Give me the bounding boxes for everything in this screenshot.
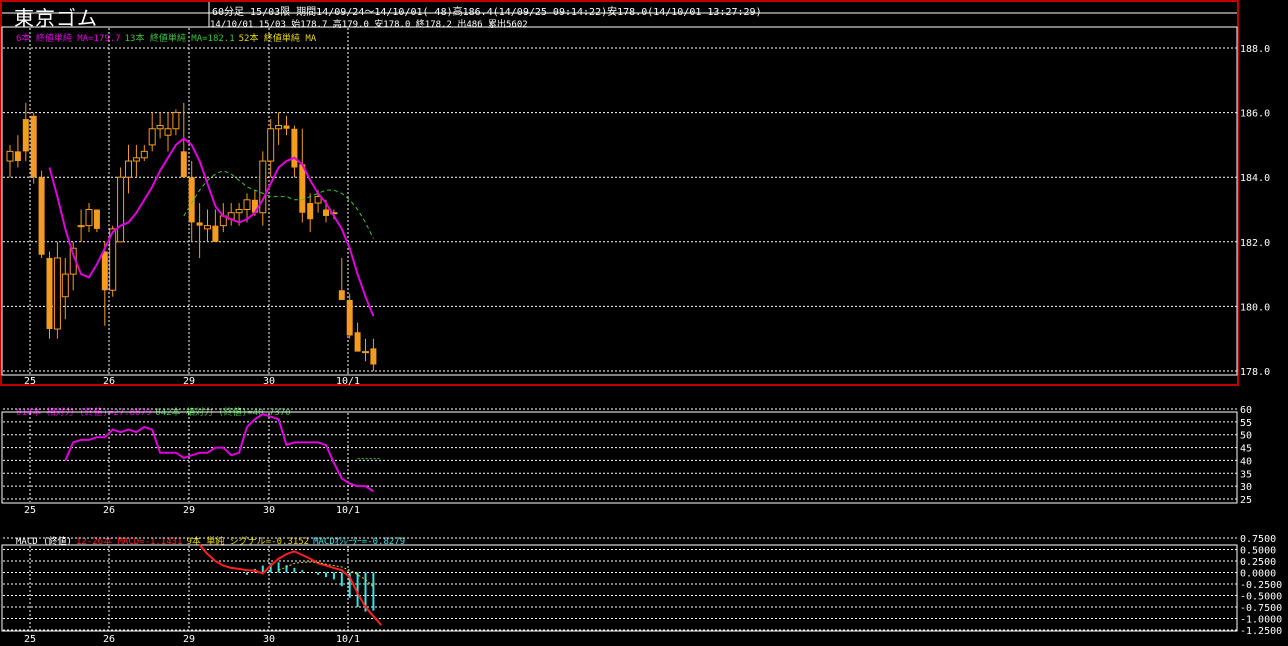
- candle-body-down: [14, 151, 21, 162]
- candle-body-up: [53, 257, 61, 330]
- candle-body-down: [196, 222, 203, 226]
- y-tick-label: 0.7500: [1240, 534, 1276, 545]
- candle-body-down: [180, 151, 187, 178]
- y-tick-label: 50: [1240, 431, 1252, 442]
- rsi14-line: [64, 413, 374, 493]
- x-axis-ticks: 25 26 29 30 10/1 25 26 29 30 10/1 25 26 29 30 10/1: [24, 376, 360, 645]
- x-tick-label: 10/1: [336, 505, 360, 516]
- price-grid: [3, 28, 1237, 374]
- macd-line: [198, 544, 383, 626]
- candle-body-up: [140, 150, 148, 159]
- candle-body-down: [283, 125, 290, 129]
- y-tick-label: 0.5000: [1240, 546, 1276, 557]
- candle-body-up: [148, 128, 156, 146]
- candle-body-up: [275, 125, 283, 130]
- candle-body-up: [267, 128, 275, 162]
- candle-body-up: [243, 199, 251, 210]
- candle-body-down: [370, 348, 377, 365]
- y-tick-label: 45: [1240, 444, 1252, 455]
- y-tick-label: 188.0: [1240, 44, 1270, 55]
- y-tick-label: 25: [1240, 495, 1252, 506]
- candle-body-up: [6, 150, 14, 162]
- candle-body-down: [212, 225, 219, 242]
- candle-body-down: [354, 332, 361, 352]
- candle-body-up: [77, 225, 85, 228]
- candle-body-down: [323, 209, 329, 216]
- x-tick-label: 30: [263, 634, 275, 645]
- x-tick-label: 25: [24, 505, 36, 516]
- candle-body-down: [291, 128, 298, 168]
- x-tick-label: 30: [263, 376, 275, 387]
- candle-body-down: [307, 203, 314, 220]
- y-tick-label: -0.7500: [1240, 603, 1282, 614]
- macd-grid: [3, 537, 1237, 631]
- ma13-line: [183, 170, 374, 239]
- y-tick-label: 186.0: [1240, 109, 1270, 120]
- y-axis-ticks: 188.0 186.0 184.0 182.0 180.0 178.0 60 55 50 4540…: [1240, 44, 1282, 637]
- candle-body-up: [85, 209, 93, 227]
- candle-body-down: [188, 177, 195, 223]
- candle-body-down: [338, 290, 345, 300]
- rsi-lines: [64, 413, 382, 493]
- x-tick-label: 10/1: [336, 634, 360, 645]
- candle-body-down: [93, 209, 100, 229]
- y-tick-label: -1.2500: [1240, 626, 1282, 637]
- candle-body-down: [101, 251, 108, 291]
- y-tick-label: 0.0000: [1240, 569, 1276, 580]
- candle-body-up: [204, 225, 211, 230]
- candle-body-up: [314, 196, 322, 204]
- candle-body-down: [299, 164, 306, 213]
- candle-body-up: [117, 176, 125, 243]
- x-tick-label: 29: [183, 634, 195, 645]
- candle-body-up: [132, 157, 140, 162]
- x-tick-label: 26: [103, 634, 115, 645]
- x-tick-label: 26: [103, 505, 115, 516]
- x-tick-label: 25: [24, 376, 36, 387]
- y-tick-label: -1.0000: [1240, 615, 1282, 626]
- candle-body-up: [156, 125, 164, 130]
- candle-body-down: [46, 257, 53, 330]
- candles: [6, 102, 377, 371]
- x-tick-label: 30: [263, 505, 275, 516]
- y-tick-label: 35: [1240, 469, 1252, 480]
- candle-body-up: [362, 351, 369, 354]
- chart-canvas: 188.0 186.0 184.0 182.0 180.0 178.0 60 55 50 4540…: [0, 0, 1282, 645]
- candle-body-up: [164, 128, 172, 136]
- y-tick-label: 182.0: [1240, 238, 1270, 249]
- y-tick-label: -0.5000: [1240, 592, 1282, 603]
- candle-body-up: [172, 112, 180, 130]
- x-tick-label: 10/1: [336, 376, 360, 387]
- y-tick-label: 55: [1240, 418, 1252, 429]
- x-tick-label: 25: [24, 634, 36, 645]
- candle-body-down: [30, 115, 37, 178]
- macd-lines: [198, 544, 383, 626]
- y-tick-label: 184.0: [1240, 173, 1270, 184]
- candle-body-up: [125, 160, 132, 178]
- candle-body-up: [61, 273, 69, 298]
- y-tick-label: 60: [1240, 405, 1252, 416]
- panel-frames: [0, 0, 1239, 632]
- y-tick-label: 178.0: [1240, 367, 1270, 378]
- y-tick-label: 0.2500: [1240, 557, 1276, 568]
- candle-body-down: [346, 299, 353, 336]
- x-tick-label: 26: [103, 376, 115, 387]
- x-tick-label: 29: [183, 505, 195, 516]
- candle-body-up: [235, 209, 243, 214]
- y-tick-label: 40: [1240, 456, 1252, 467]
- x-tick-label: 29: [183, 376, 195, 387]
- y-tick-label: -0.2500: [1240, 580, 1282, 591]
- candle-body-down: [38, 177, 45, 255]
- y-tick-label: 180.0: [1240, 302, 1270, 313]
- y-tick-label: 30: [1240, 482, 1252, 493]
- candle-body-down: [22, 119, 29, 152]
